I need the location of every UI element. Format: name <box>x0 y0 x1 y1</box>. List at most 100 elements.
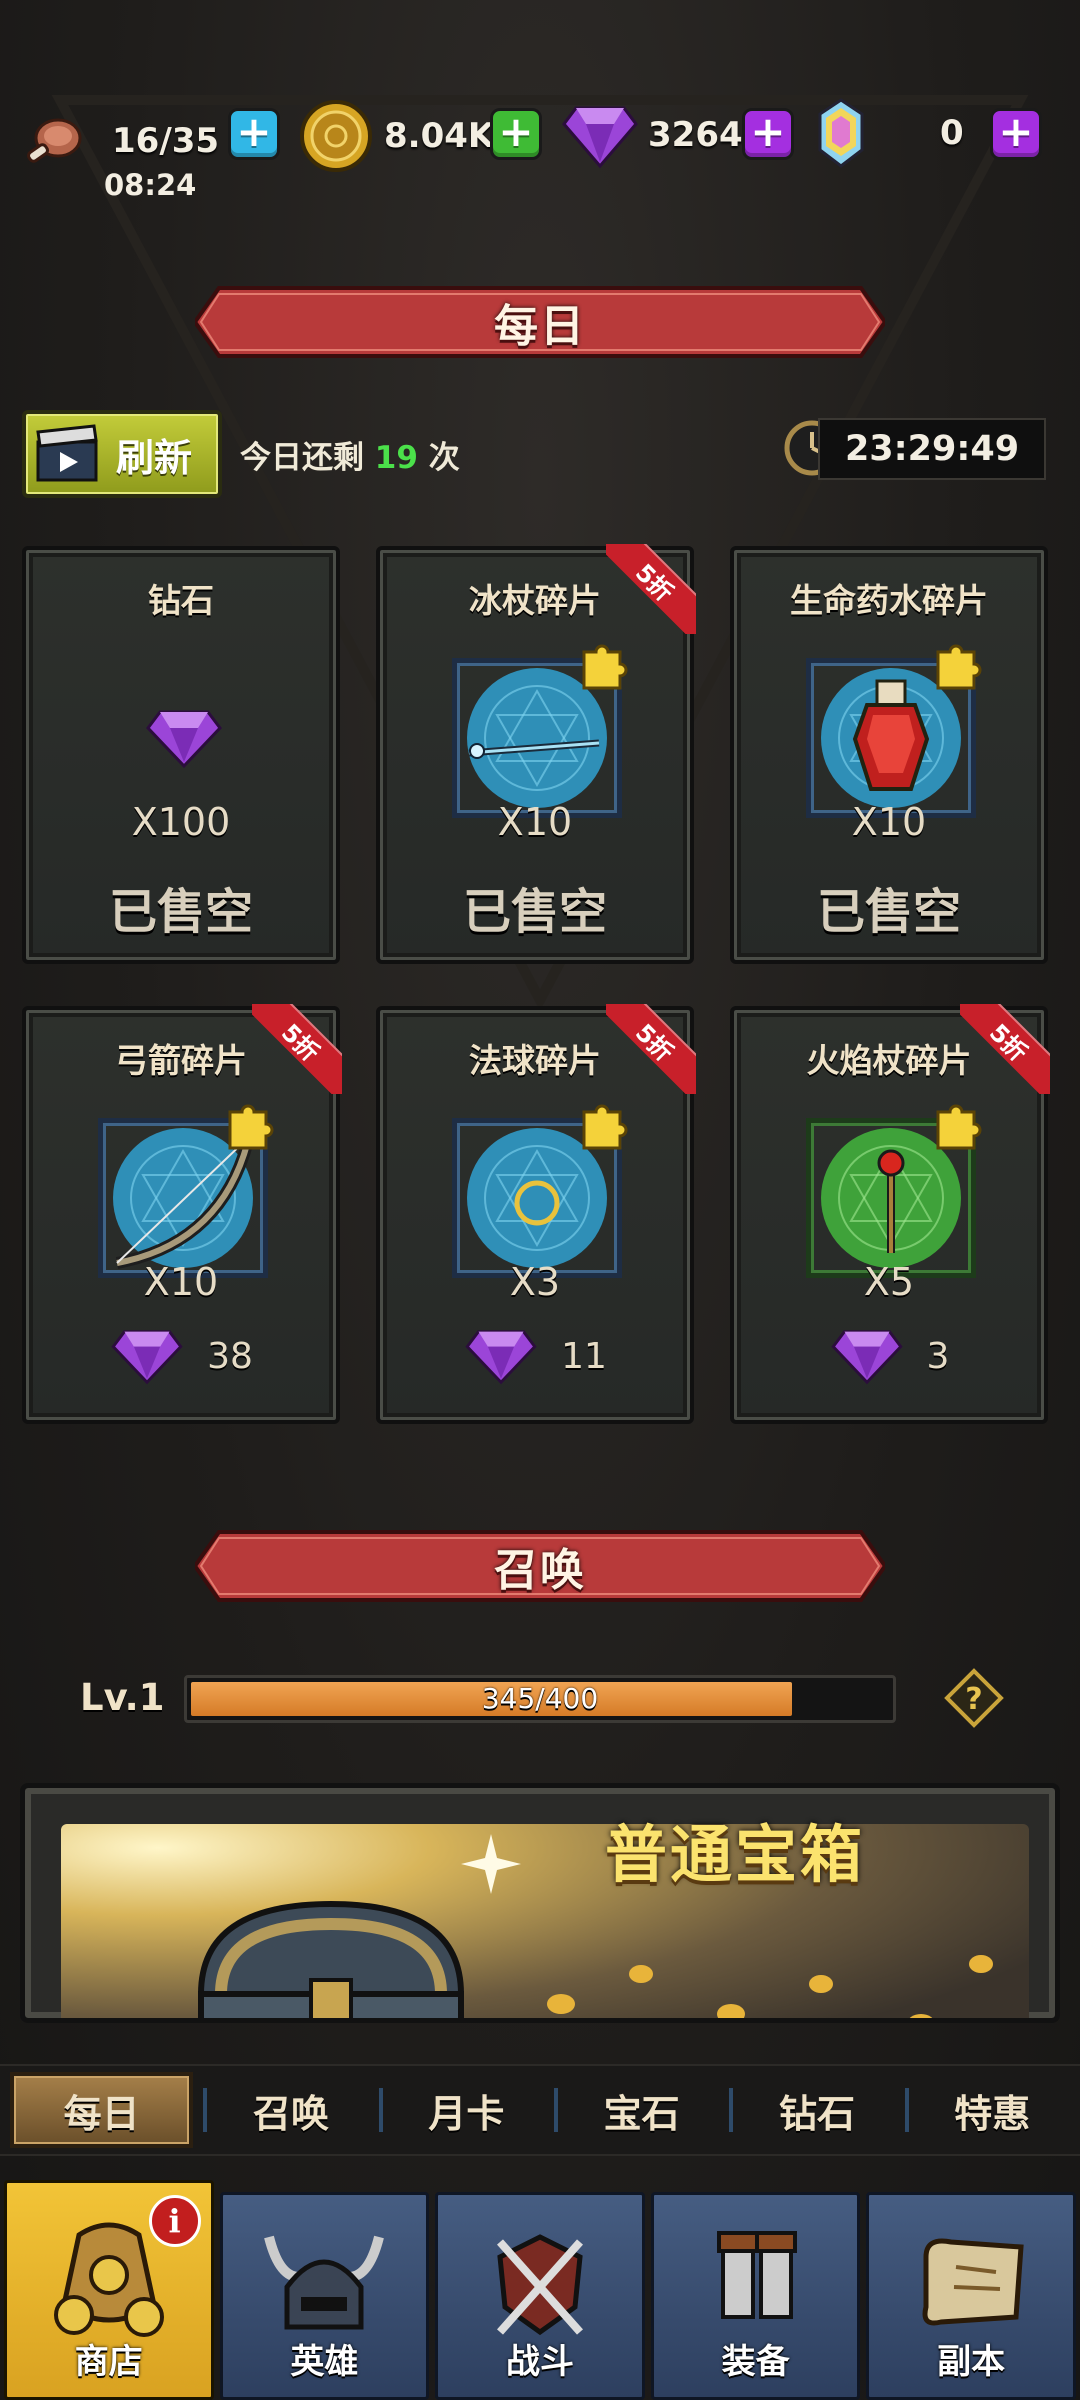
diamond-icon <box>830 1330 903 1385</box>
nav-equipment[interactable]: 装备 <box>650 2192 861 2400</box>
shop-card-life-potion[interactable]: 生命药水碎片 X10 已售空 <box>730 546 1048 964</box>
daily-banner-title: 每日 <box>494 301 586 352</box>
subtab-gems[interactable]: 宝石 <box>553 2066 729 2154</box>
stamina-value: 16/35 <box>112 121 220 161</box>
diamond-icon <box>562 106 638 169</box>
card-quantity: X100 <box>131 800 231 844</box>
add-diamond-button[interactable]: + <box>742 108 794 160</box>
fragment-puzzle-icon <box>228 1104 274 1150</box>
nav-label: 商店 <box>74 2342 143 2382</box>
meat-icon <box>27 118 82 163</box>
summon-section-banner: 召唤 <box>195 1528 885 1604</box>
discount-ribbon: 5折 <box>960 1004 1050 1094</box>
subtab-diamonds[interactable]: 钻石 <box>729 2066 904 2154</box>
video-clapper-icon <box>36 424 98 482</box>
discount-label: 5折 <box>606 544 696 634</box>
refresh-button[interactable]: 刷新 <box>22 410 222 498</box>
card-quantity: X5 <box>863 1260 915 1304</box>
subtab-monthly-card[interactable]: 月卡 <box>378 2066 554 2154</box>
subtab-daily[interactable]: 每日 <box>10 2072 194 2148</box>
sold-out-label: 已售空 <box>816 884 961 940</box>
discount-label: 5折 <box>960 1004 1050 1094</box>
nav-heroes[interactable]: 英雄 <box>219 2192 430 2400</box>
rainbow-crystal-icon <box>818 98 864 168</box>
gold-resource: 8.04K <box>298 98 494 174</box>
discount-label: 5折 <box>606 1004 696 1094</box>
shop-card-orb[interactable]: 法球碎片 X3 11 5折 <box>376 1004 696 1424</box>
subtab-summon[interactable]: 召唤 <box>203 2066 378 2154</box>
nav-dungeon[interactable]: 副本 <box>866 2192 1076 2400</box>
plus-icon: + <box>750 107 786 156</box>
sold-out-label: 已售空 <box>108 884 253 940</box>
card-quantity: X10 <box>851 800 927 844</box>
progress-text: 345/400 <box>481 1682 599 1715</box>
sold-out-label: 已售空 <box>462 884 607 940</box>
add-gold-button[interactable]: + <box>490 108 542 160</box>
plus-icon: + <box>998 107 1034 156</box>
diamond-value: 3264 <box>648 115 743 155</box>
normal-chest-panel[interactable]: 普通宝箱 <box>20 1783 1060 2023</box>
diamond-resource: 3264 <box>562 100 743 170</box>
card-quantity: X10 <box>143 1260 219 1304</box>
svg-text:?: ? <box>965 1682 982 1717</box>
remaining-refreshes: 今日还剩 19 次 <box>240 432 460 477</box>
add-crystal-button[interactable]: + <box>990 108 1042 160</box>
refresh-label: 刷新 <box>116 435 193 480</box>
treasure-chest-icon <box>197 1900 465 2018</box>
daily-reset-timer: 23:29:49 <box>818 418 1046 480</box>
chest-title: 普通宝箱 <box>605 1818 866 1891</box>
subtab-special-offers[interactable]: 特惠 <box>904 2066 1080 2154</box>
help-question-icon[interactable]: ? <box>944 1668 1004 1728</box>
stamina-resource: 16/35 <box>22 108 219 174</box>
nav-battle[interactable]: 战斗 <box>435 2192 645 2400</box>
chest-artwork <box>61 1824 1029 2018</box>
gold-value: 8.04K <box>384 116 495 156</box>
add-stamina-button[interactable]: + <box>228 108 280 160</box>
remaining-suffix: 次 <box>428 440 460 476</box>
diamond-icon <box>465 1330 537 1385</box>
nav-label: 装备 <box>721 2342 790 2382</box>
price-button[interactable]: 38 <box>26 1326 336 1386</box>
discount-ribbon: 5折 <box>606 1004 696 1094</box>
discount-ribbon: 5折 <box>606 544 696 634</box>
gold-coin-icon <box>300 100 372 172</box>
daily-section-banner: 每日 <box>195 284 885 360</box>
shop-card-bow[interactable]: 弓箭碎片 X10 38 5折 <box>22 1004 342 1424</box>
card-quantity: X3 <box>509 1260 561 1304</box>
shop-sub-tabs: 每日 召唤 月卡 宝石 钻石 特惠 <box>0 2064 1080 2156</box>
price-value: 38 <box>207 1335 253 1377</box>
diamond-icon <box>111 1330 183 1385</box>
nav-label: 副本 <box>937 2342 1006 2382</box>
diamond-icon <box>146 710 222 769</box>
price-button[interactable]: 3 <box>734 1326 1044 1386</box>
fragment-puzzle-icon <box>582 1104 628 1150</box>
shop-card-fire-staff[interactable]: 火焰杖碎片 X5 3 5折 <box>730 1004 1050 1424</box>
sparkle-icon <box>461 1834 521 1894</box>
card-title: 钻石 <box>148 581 214 620</box>
card-quantity: X10 <box>497 800 573 844</box>
nav-label: 英雄 <box>290 2342 359 2382</box>
discount-label: 5折 <box>252 1004 342 1094</box>
summon-progress-bar: 345/400 <box>184 1675 896 1723</box>
price-button[interactable]: 11 <box>380 1326 690 1386</box>
shop-card-diamond[interactable]: 钻石 X100 已售空 <box>22 546 340 964</box>
summon-level: Lv.1 <box>80 1676 165 1719</box>
remaining-prefix: 今日还剩 <box>240 440 364 476</box>
fragment-puzzle-icon <box>936 1104 982 1150</box>
shop-card-ice-staff[interactable]: 冰杖碎片 X10 已售空 5折 <box>376 544 696 964</box>
plus-icon: + <box>236 107 272 156</box>
fragment-puzzle-icon <box>582 644 628 690</box>
price-value: 11 <box>561 1335 607 1377</box>
info-badge-icon: i <box>148 2195 201 2247</box>
plus-icon: + <box>498 107 534 156</box>
nav-shop[interactable]: i 商店 <box>4 2180 214 2400</box>
price-value: 3 <box>926 1335 950 1377</box>
fragment-puzzle-icon <box>936 644 982 690</box>
crystal-resource: 0 <box>816 98 964 168</box>
bottom-navigation: i 商店 英雄 战斗 装备 副本 <box>0 2180 1080 2400</box>
crystal-value: 0 <box>940 113 964 153</box>
discount-ribbon: 5折 <box>252 1004 342 1094</box>
gold-coins-decoration <box>547 1955 993 2018</box>
nav-label: 战斗 <box>505 2342 574 2382</box>
card-title: 生命药水碎片 <box>790 581 988 620</box>
